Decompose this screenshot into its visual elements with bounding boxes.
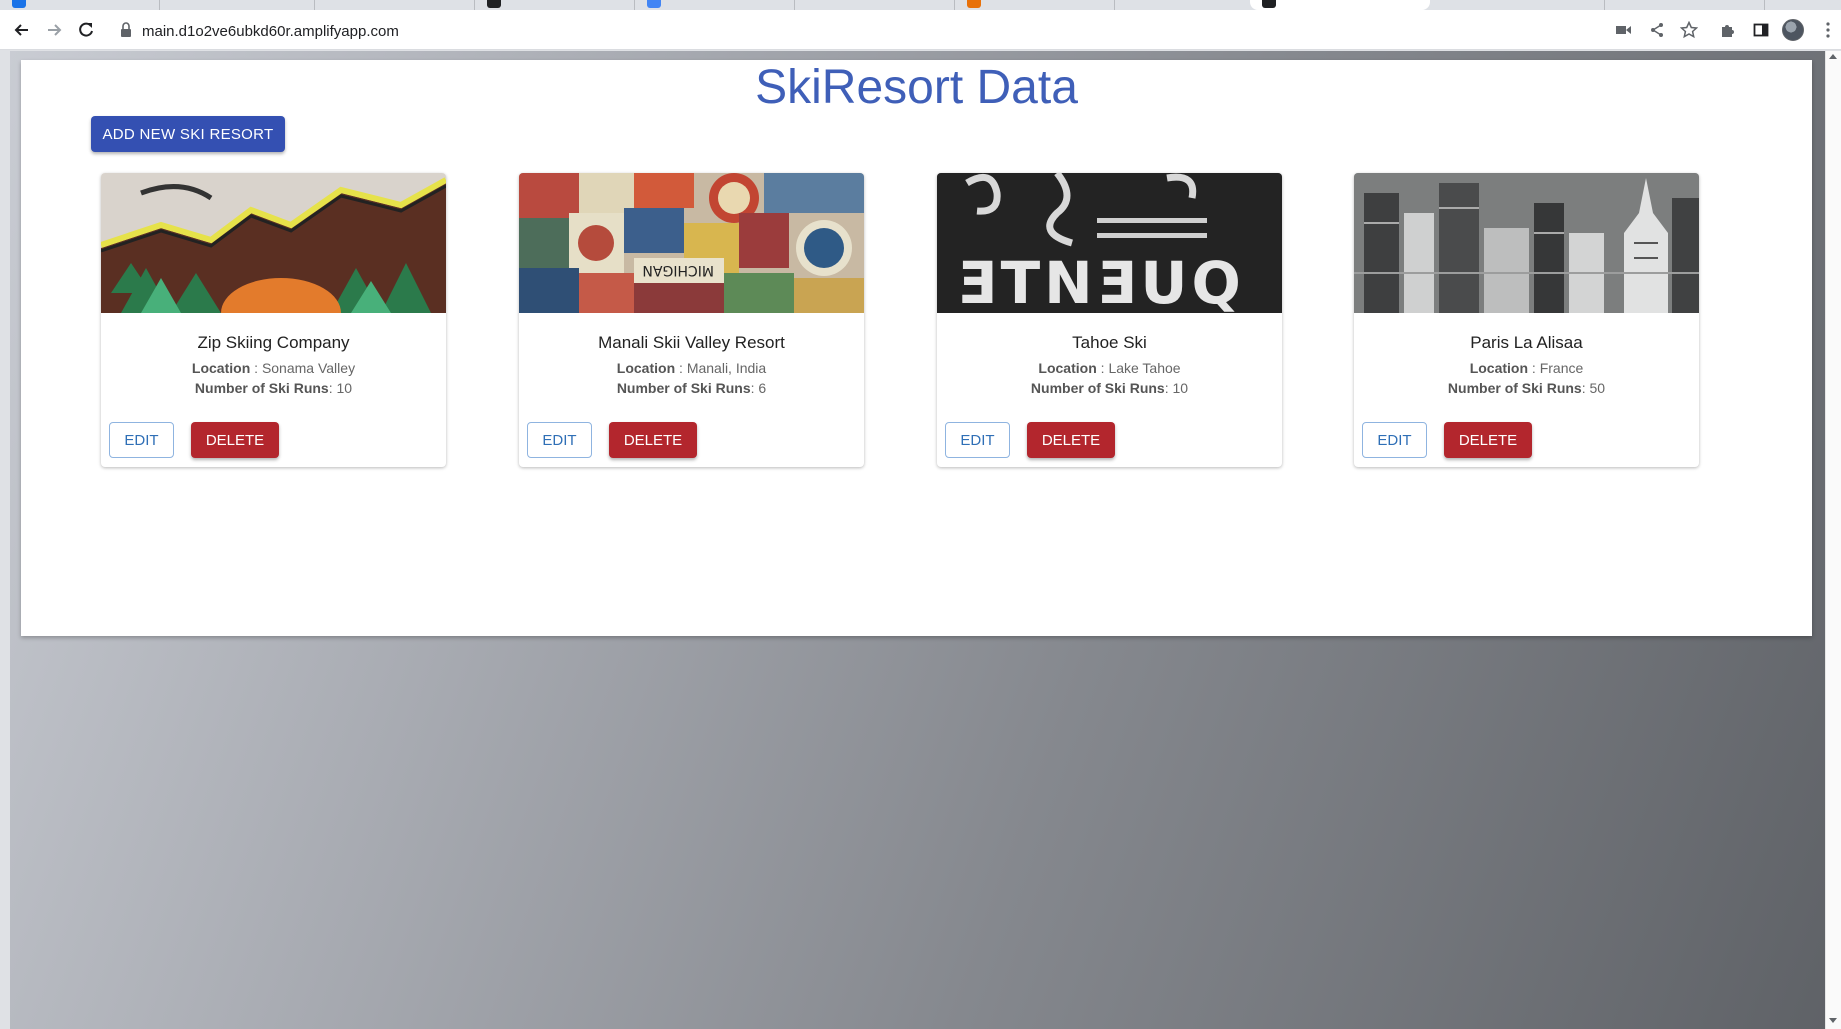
- location-label: Location: [1469, 360, 1529, 376]
- profile-avatar[interactable]: [1782, 19, 1804, 41]
- runs-label: Number of Ski Runs: [616, 380, 751, 396]
- svg-text:ƎTNƎUQ: ƎTNƎUQ: [957, 249, 1245, 313]
- browser-tab[interactable]: [1430, 0, 1605, 10]
- url-text: main.d1o2ve6ubkd60r.amplifyapp.com: [142, 23, 399, 40]
- location-label: Location: [1038, 360, 1097, 376]
- resort-name: Tahoe Ski: [1072, 333, 1147, 352]
- tab-favicon-icon: [967, 0, 981, 8]
- resort-card: ƎTNƎUQ Tahoe Ski Location : Lake Tahoe N…: [937, 173, 1282, 467]
- edit-button[interactable]: EDIT: [1362, 422, 1427, 458]
- runs-value: 50: [1589, 380, 1606, 396]
- address-bar[interactable]: main.d1o2ve6ubkd60r.amplifyapp.com: [112, 16, 1592, 44]
- location-value: France: [1539, 360, 1584, 376]
- tab-favicon-icon: [647, 0, 661, 8]
- delete-button[interactable]: DELETE: [191, 422, 279, 458]
- scroll-down-arrow-icon[interactable]: [1829, 1018, 1837, 1023]
- page-title: SkiResort Data: [755, 61, 1078, 114]
- resort-location: Location : Lake Tahoe: [1038, 360, 1181, 376]
- resort-name: Manali Skii Valley Resort: [598, 333, 785, 352]
- delete-button[interactable]: DELETE: [1027, 422, 1115, 458]
- browser-toolbar: main.d1o2ve6ubkd60r.amplifyapp.com: [0, 10, 1841, 50]
- browser-tab[interactable]: [160, 0, 315, 10]
- resort-photo-icon: [101, 173, 446, 313]
- edit-button[interactable]: EDIT: [109, 422, 174, 458]
- browser-tab[interactable]: [795, 0, 955, 10]
- browser-tab-active[interactable]: [1250, 0, 1430, 10]
- edit-button[interactable]: EDIT: [527, 422, 592, 458]
- resort-photo-icon: [1354, 173, 1699, 313]
- tab-favicon-icon: [1262, 0, 1276, 8]
- browser-tab[interactable]: [475, 0, 635, 10]
- resort-location: Location : Manali, India: [616, 360, 767, 376]
- resort-card: MICHIGAN Manali Skii Valley Resort Locat…: [519, 173, 864, 467]
- tab-favicon-icon: [12, 0, 26, 8]
- forward-button[interactable]: [42, 18, 66, 42]
- add-ski-resort-button[interactable]: ADD NEW SKI RESORT: [91, 116, 285, 152]
- resort-card: Paris La Alisaa Location : France Number…: [1354, 173, 1699, 467]
- share-button[interactable]: [1645, 18, 1669, 42]
- vertical-scrollbar[interactable]: [1825, 51, 1841, 1029]
- resort-photo-icon: MICHIGAN: [519, 173, 864, 313]
- resort-location: Location : Sonama Valley: [191, 360, 356, 376]
- side-panel-icon: [1753, 23, 1769, 37]
- resort-runs: Number of Ski Runs: 10: [194, 380, 353, 396]
- puzzle-icon: [1722, 25, 1734, 37]
- scroll-up-arrow-icon[interactable]: [1829, 54, 1837, 59]
- location-value: Sonama Valley: [261, 360, 356, 376]
- delete-button[interactable]: DELETE: [1444, 422, 1532, 458]
- tab-strip: [0, 0, 1841, 10]
- resort-runs: Number of Ski Runs: 6: [616, 380, 767, 396]
- resort-runs: Number of Ski Runs: 10: [1030, 380, 1189, 396]
- resort-image: [101, 173, 446, 313]
- browser-tab[interactable]: [635, 0, 795, 10]
- resort-image: ƎTNƎUQ: [937, 173, 1282, 313]
- resort-image: [1354, 173, 1699, 313]
- runs-label: Number of Ski Runs: [1447, 380, 1582, 396]
- runs-value: 10: [336, 380, 353, 396]
- resort-card: Zip Skiing Company Location : Sonama Val…: [101, 173, 446, 467]
- side-panel-button[interactable]: [1749, 18, 1773, 42]
- browser-tab[interactable]: [1605, 0, 1765, 10]
- location-value: Lake Tahoe: [1108, 360, 1181, 376]
- runs-label: Number of Ski Runs: [1030, 380, 1165, 396]
- tab-favicon-icon: [487, 0, 501, 8]
- resort-name: Zip Skiing Company: [197, 333, 350, 352]
- edit-button[interactable]: EDIT: [945, 422, 1010, 458]
- back-button[interactable]: [10, 18, 34, 42]
- share-icon: [1651, 23, 1663, 37]
- lock-icon: [121, 22, 131, 37]
- bookmark-button[interactable]: [1677, 18, 1701, 42]
- star-icon: [1680, 21, 1698, 39]
- video-camera-icon: [1616, 26, 1631, 34]
- resort-location: Location : France: [1469, 360, 1584, 376]
- main-panel: SkiResort Data ADD NEW SKI RESORT Zip Sk…: [21, 60, 1812, 636]
- back-arrow-icon: [14, 24, 28, 36]
- browser-menu-button[interactable]: [1816, 18, 1840, 42]
- kebab-menu-icon: [1826, 22, 1830, 38]
- forward-arrow-icon: [48, 24, 62, 36]
- resort-name: Paris La Alisaa: [1470, 333, 1583, 352]
- location-label: Location: [616, 360, 676, 376]
- resort-photo-icon: ƎTNƎUQ: [937, 173, 1282, 313]
- svg-text:MICHIGAN: MICHIGAN: [642, 262, 714, 278]
- resort-runs: Number of Ski Runs: 50: [1447, 380, 1606, 396]
- location-value: Manali, India: [686, 360, 767, 376]
- runs-value: 10: [1172, 380, 1189, 396]
- browser-tab[interactable]: [0, 0, 160, 10]
- reload-button[interactable]: [74, 18, 98, 42]
- browser-tab[interactable]: [315, 0, 475, 10]
- extensions-button[interactable]: [1716, 18, 1740, 42]
- resort-image: MICHIGAN: [519, 173, 864, 313]
- delete-button[interactable]: DELETE: [609, 422, 697, 458]
- browser-tab[interactable]: [955, 0, 1115, 10]
- runs-value: 6: [758, 380, 767, 396]
- reload-icon: [79, 22, 93, 37]
- camera-indicator[interactable]: [1612, 18, 1636, 42]
- location-label: Location: [191, 360, 251, 376]
- runs-label: Number of Ski Runs: [194, 380, 329, 396]
